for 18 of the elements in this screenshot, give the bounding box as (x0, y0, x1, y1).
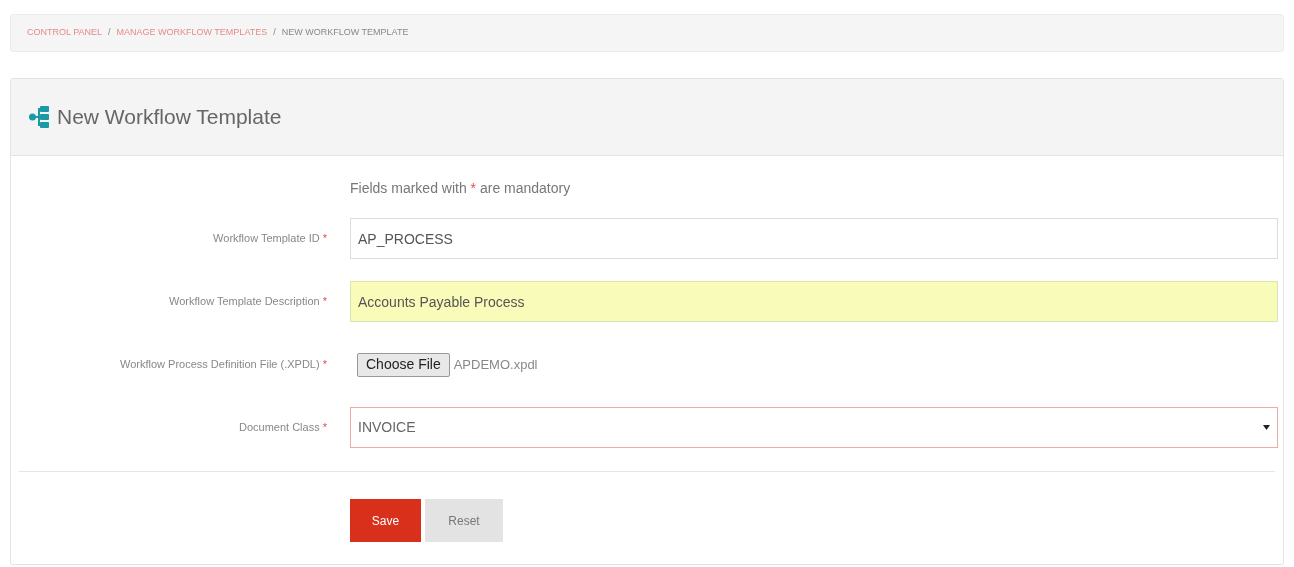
text-field[interactable]: AP_PROCESS (350, 218, 1278, 259)
breadcrumb-separator: / (273, 26, 276, 40)
dropdown-caret-icon (1263, 425, 1270, 430)
field-label: Workflow Template ID * (212, 231, 327, 247)
text-field[interactable]: Accounts Payable Process (350, 281, 1278, 322)
breadcrumb-separator: / (108, 26, 111, 40)
mandatory-note: Fields marked with * are mandatory (350, 179, 572, 198)
field-label: Workflow Template Description * (168, 294, 327, 310)
panel-title: New Workflow Template (57, 104, 282, 131)
field-label: Workflow Process Definition File (.XPDL) * (118, 357, 327, 373)
workflow-icon (29, 105, 51, 129)
breadcrumb-current: NEW WORKFLOW TEMPLATE (281, 26, 409, 40)
field-label: Document Class * (237, 420, 327, 436)
save-button[interactable]: Save (350, 499, 421, 542)
select-field[interactable]: INVOICE (350, 407, 1278, 448)
reset-button[interactable]: Reset (425, 499, 503, 542)
choose-file-button[interactable]: Choose File (357, 352, 450, 377)
file-name: APDEMO.xpdl (453, 355, 538, 374)
